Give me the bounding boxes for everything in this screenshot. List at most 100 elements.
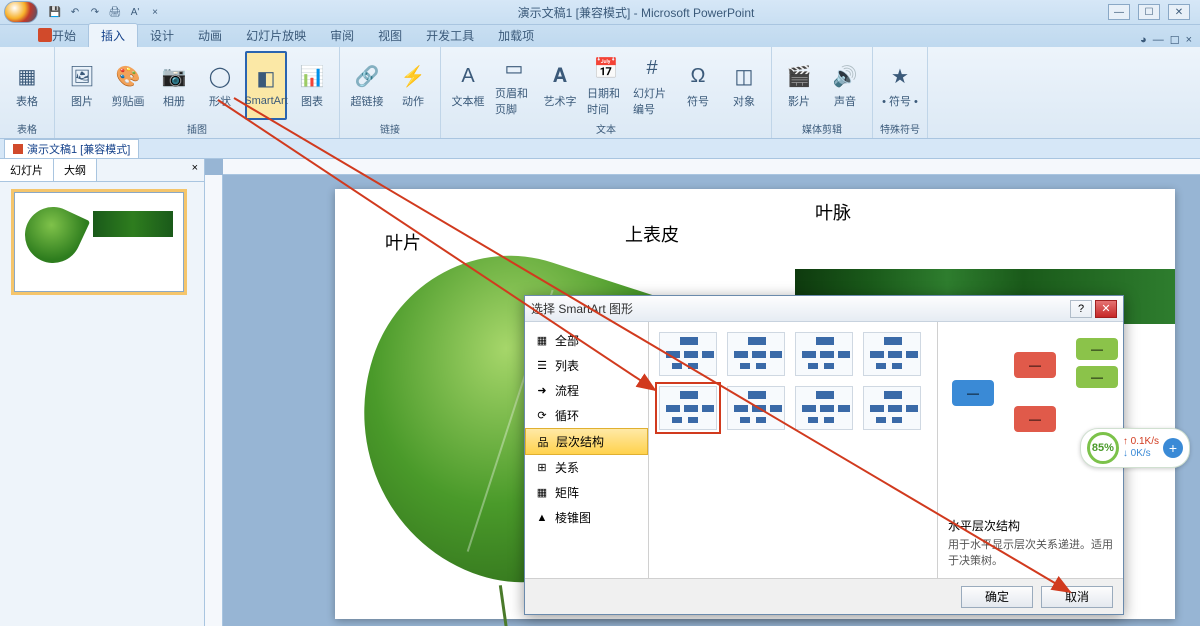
cat-label: 层次结构: [556, 433, 604, 450]
dialog-body: ▦全部☰列表➜流程⟳循环品层次结构⊞关系▦矩阵▲棱锥图 — — — — — 水平…: [525, 322, 1123, 578]
category-循环[interactable]: ⟳循环: [525, 403, 648, 428]
tables-button[interactable]: ▦表格: [6, 51, 48, 120]
ribbon-min-icon[interactable]: —: [1153, 34, 1164, 47]
gallery-item-3[interactable]: [863, 332, 921, 376]
leaf-stem: [499, 585, 510, 626]
preview-canvas: — — — — —: [948, 332, 1113, 513]
slides-panel: 幻灯片 大纲 ×: [0, 159, 205, 626]
tab-addins[interactable]: 加载项: [486, 24, 546, 47]
document-strip: 演示文稿1 [兼容模式]: [0, 139, 1200, 159]
expand-icon[interactable]: +: [1163, 438, 1183, 458]
tab-insert[interactable]: 插入: [88, 23, 138, 47]
network-widget[interactable]: 85% ↑ 0.1K/s ↓ 0K/s +: [1080, 428, 1190, 468]
qat-undo[interactable]: ↶: [66, 3, 84, 21]
cat-icon: ▦: [535, 334, 549, 348]
document-tab[interactable]: 演示文稿1 [兼容模式]: [4, 139, 139, 159]
gallery-item-4[interactable]: [659, 386, 717, 430]
help-icon[interactable]: ◕: [1140, 34, 1147, 47]
office-button[interactable]: [4, 1, 38, 23]
qat-save[interactable]: 💾: [46, 3, 64, 21]
幻灯片编号-button[interactable]: #幻灯片编号: [631, 51, 673, 120]
ppt-icon: [38, 28, 52, 42]
ok-button[interactable]: 确定: [961, 586, 1033, 608]
slide-thumbnail-1[interactable]: [14, 192, 184, 292]
cancel-button[interactable]: 取消: [1041, 586, 1113, 608]
tab-design[interactable]: 设计: [138, 24, 186, 47]
window-title: 演示文稿1 [兼容模式] - Microsoft PowerPoint: [164, 4, 1108, 21]
smartart-button[interactable]: ◧SmartArt: [245, 51, 287, 120]
qat-print[interactable]: 🖨: [106, 3, 124, 21]
category-流程[interactable]: ➜流程: [525, 378, 648, 403]
超链接-icon: 🔗: [353, 63, 381, 91]
panel-tab-outline[interactable]: 大纲: [54, 159, 97, 181]
图片-button[interactable]: 🖼图片: [61, 51, 103, 120]
category-全部[interactable]: ▦全部: [525, 328, 648, 353]
title-bar: 💾 ↶ ↷ 🖨 A' × 演示文稿1 [兼容模式] - Microsoft Po…: [0, 0, 1200, 25]
thumb-strip-image: [93, 211, 173, 237]
形状-button[interactable]: ◯形状: [199, 51, 241, 120]
category-矩阵[interactable]: ▦矩阵: [525, 480, 648, 505]
日期和时间-button[interactable]: 📅日期和时间: [585, 51, 627, 120]
超链接-button[interactable]: 🔗 超链接: [346, 51, 388, 120]
tab-review[interactable]: 审阅: [318, 24, 366, 47]
btn-label: 声音: [834, 93, 856, 109]
category-列表[interactable]: ☰列表: [525, 353, 648, 378]
upload-speed: 0.1K/s: [1131, 436, 1159, 447]
category-棱锥图[interactable]: ▲棱锥图: [525, 505, 648, 530]
panel-tabs: 幻灯片 大纲 ×: [0, 159, 204, 182]
• 符号 •-button[interactable]: ★• 符号 •: [879, 51, 921, 120]
tab-animation[interactable]: 动画: [186, 24, 234, 47]
相册-button[interactable]: 📷相册: [153, 51, 195, 120]
minimize-button[interactable]: —: [1108, 4, 1130, 20]
qat-x[interactable]: ×: [146, 3, 164, 21]
艺术字-button[interactable]: 𝐀艺术字: [539, 51, 581, 120]
thumb-leaf-image: [16, 198, 90, 272]
btn-label: 图表: [301, 93, 323, 109]
group-symbols: ★• 符号 • 特殊符号: [873, 47, 928, 138]
download-speed: 0K/s: [1131, 448, 1151, 459]
tab-view[interactable]: 视图: [366, 24, 414, 47]
gallery-item-7[interactable]: [863, 386, 921, 430]
影片-icon: 🎬: [785, 63, 813, 91]
close-button[interactable]: ✕: [1168, 4, 1190, 20]
gallery-item-1[interactable]: [727, 332, 785, 376]
gallery: [649, 322, 937, 578]
对象-button[interactable]: ◫ 对象: [723, 51, 765, 120]
幻灯片编号-icon: #: [638, 55, 666, 83]
符号-button[interactable]: Ω符号: [677, 51, 719, 120]
qat-redo[interactable]: ↷: [86, 3, 104, 21]
文本框-button[interactable]: A文本框: [447, 51, 489, 120]
btn-label: 对象: [733, 93, 755, 109]
btn-label: 超链接: [351, 93, 384, 109]
gallery-item-2[interactable]: [795, 332, 853, 376]
cat-label: 关系: [555, 459, 579, 476]
gallery-item-6[interactable]: [795, 386, 853, 430]
剪贴画-button[interactable]: 🎨剪贴画: [107, 51, 149, 120]
ribbon-tabs: 开始 插入 设计 动画 幻灯片放映 审阅 视图 开发工具 加载项 ◕ — ☐ ×: [0, 25, 1200, 47]
smartart-dialog: 选择 SmartArt 图形 ? ✕ ▦全部☰列表➜流程⟳循环品层次结构⊞关系▦…: [524, 295, 1124, 615]
页眉和页脚-button[interactable]: ▭页眉和页脚: [493, 51, 535, 120]
dialog-close-icon[interactable]: ✕: [1095, 300, 1117, 318]
声音-button[interactable]: 🔊声音: [824, 51, 866, 120]
category-层次结构[interactable]: 品层次结构: [525, 428, 648, 455]
tab-slideshow[interactable]: 幻灯片放映: [234, 24, 318, 47]
panel-close-icon[interactable]: ×: [186, 159, 204, 181]
对象-icon: ◫: [730, 63, 758, 91]
ribbon-close-icon[interactable]: ×: [1186, 34, 1192, 47]
图表-button[interactable]: 📊图表: [291, 51, 333, 120]
ribbon-rest-icon[interactable]: ☐: [1170, 34, 1180, 47]
tab-devtools[interactable]: 开发工具: [414, 24, 486, 47]
panel-tab-slides[interactable]: 幻灯片: [0, 159, 54, 181]
gallery-item-0[interactable]: [659, 332, 717, 376]
dialog-help-icon[interactable]: ?: [1070, 300, 1092, 318]
影片-button[interactable]: 🎬影片: [778, 51, 820, 120]
• 符号 •-icon: ★: [886, 63, 914, 91]
动作-button[interactable]: ⚡动作: [392, 51, 434, 120]
cat-icon: ⊞: [535, 461, 549, 475]
maximize-button[interactable]: ☐: [1138, 4, 1160, 20]
doc-tab-label: 演示文稿1 [兼容模式]: [27, 141, 130, 157]
SmartArt-icon: ◧: [252, 65, 280, 93]
gallery-item-5[interactable]: [727, 386, 785, 430]
category-关系[interactable]: ⊞ 关系: [525, 455, 648, 480]
qat-a[interactable]: A': [126, 3, 144, 21]
